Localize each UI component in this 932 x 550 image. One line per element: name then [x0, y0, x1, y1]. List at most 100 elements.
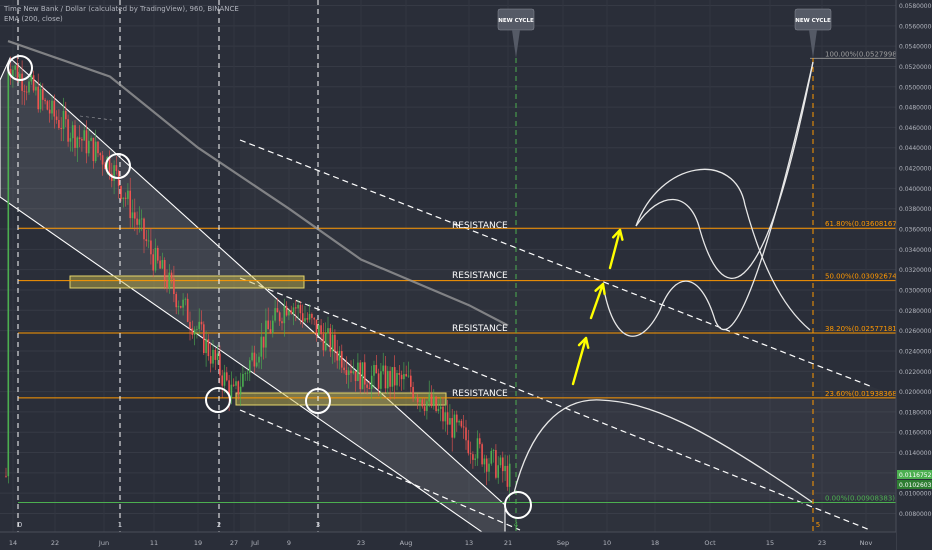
candle-body: [145, 239, 148, 242]
candle-body: [276, 308, 279, 313]
candle-body: [76, 137, 79, 148]
candle-body: [412, 386, 414, 399]
candle-body: [288, 310, 290, 316]
candle-body: [488, 463, 490, 472]
time-tick-label: 10: [603, 539, 611, 547]
candle-body: [495, 450, 497, 478]
candle-body: [329, 328, 332, 352]
candle-body: [341, 351, 343, 368]
candle-body: [30, 75, 33, 82]
candle-body: [460, 420, 463, 427]
candle-body: [184, 298, 187, 300]
price-tick-label: 0.03600000: [899, 227, 932, 234]
time-tick-label: 27: [230, 539, 238, 547]
cycle-count: 2: [217, 521, 221, 529]
candle-body: [242, 374, 244, 387]
new-cycle-callout-pointer: [512, 30, 520, 58]
candle-body: [502, 457, 504, 472]
candle-body: [345, 370, 348, 376]
candle-body: [419, 399, 421, 403]
fib-level-label: 50.00%(0.03092674): [825, 273, 900, 281]
candle-body: [221, 375, 223, 386]
candle-body: [175, 294, 177, 308]
ema-legend: EMA (200, close): [4, 15, 63, 23]
candle-body: [380, 371, 382, 389]
candle-body: [12, 69, 14, 77]
candle-body: [446, 412, 449, 425]
candle-body: [336, 351, 338, 361]
candle-body: [182, 299, 184, 308]
candle-body: [173, 278, 175, 295]
candle-body: [207, 339, 210, 357]
candle-body: [251, 352, 253, 361]
candle-body: [405, 374, 407, 377]
candle-body: [407, 375, 410, 377]
candle-body: [35, 86, 37, 91]
candle-body: [474, 458, 476, 460]
price-chart[interactable]: 100.00%(0.05279986) 61.80%(0.03608167) 50.…: [0, 0, 932, 550]
candle-body: [357, 362, 359, 382]
candle-body: [492, 450, 495, 451]
candle-body: [37, 86, 39, 110]
candle-body: [352, 371, 355, 374]
candle-body: [88, 140, 90, 154]
candle-body: [23, 90, 26, 92]
candle-body: [458, 420, 460, 423]
resistance-label: RESISTANCE: [452, 221, 508, 231]
candle-body: [354, 371, 357, 382]
candle-body: [99, 153, 102, 156]
resistance-label: RESISTANCE: [452, 324, 508, 334]
candle-body: [292, 307, 295, 314]
candle-body: [462, 426, 465, 428]
price-tick-label: 0.03000000: [899, 287, 932, 294]
candle-body: [223, 372, 226, 386]
price-tick-label: 0.02800000: [899, 308, 932, 315]
candle-body: [320, 325, 322, 335]
candle-body: [364, 362, 366, 385]
candle-body: [334, 334, 336, 352]
candle-body: [499, 457, 502, 466]
candle-body: [272, 320, 274, 334]
candle-body: [304, 318, 306, 322]
candle-body: [5, 475, 7, 477]
price-tick-label: 0.05400000: [899, 44, 932, 51]
fib-level-label: 23.60%(0.01938368): [825, 390, 900, 398]
candle-body: [359, 362, 361, 390]
candle-body: [428, 394, 430, 402]
candle-body: [437, 408, 440, 412]
fib-level-label: 61.80%(0.03608167): [825, 220, 900, 228]
ema-price-badge: 0.01026033: [899, 482, 932, 489]
resistance-label: RESISTANCE: [452, 271, 508, 281]
time-tick-label: 23: [357, 539, 365, 547]
price-axis-bg: [896, 0, 932, 550]
candle-body: [28, 81, 30, 93]
candle-body: [331, 334, 334, 352]
candle-body: [150, 240, 152, 255]
candle-body: [200, 321, 203, 325]
price-tick-label: 0.02400000: [899, 348, 932, 355]
candle-body: [258, 356, 260, 363]
candle-body: [74, 125, 76, 148]
time-tick-label: 22: [51, 539, 59, 547]
support-resistance-zone: [69, 275, 305, 289]
candle-body: [21, 73, 23, 91]
candle-body: [260, 336, 263, 357]
candle-body: [219, 353, 221, 376]
candle-body: [186, 298, 189, 322]
candle-body: [361, 362, 364, 390]
fib-level-label: 100.00%(0.05279986): [825, 50, 904, 58]
candle-body: [449, 418, 451, 425]
candle-body: [134, 212, 136, 219]
candle-body: [129, 190, 131, 219]
time-tick-label: Jun: [98, 539, 109, 547]
candle-body: [58, 119, 60, 128]
chart-legend: Time New Bank / Dollar (calculated by Tr…: [4, 4, 239, 24]
candle-body: [237, 381, 240, 395]
candle-body: [46, 101, 49, 110]
candle-body: [269, 329, 272, 334]
candle-body: [350, 370, 352, 374]
candle-body: [226, 372, 228, 381]
candle-body: [414, 397, 417, 399]
candle-body: [389, 370, 391, 387]
price-tick-label: 0.05200000: [899, 64, 932, 71]
